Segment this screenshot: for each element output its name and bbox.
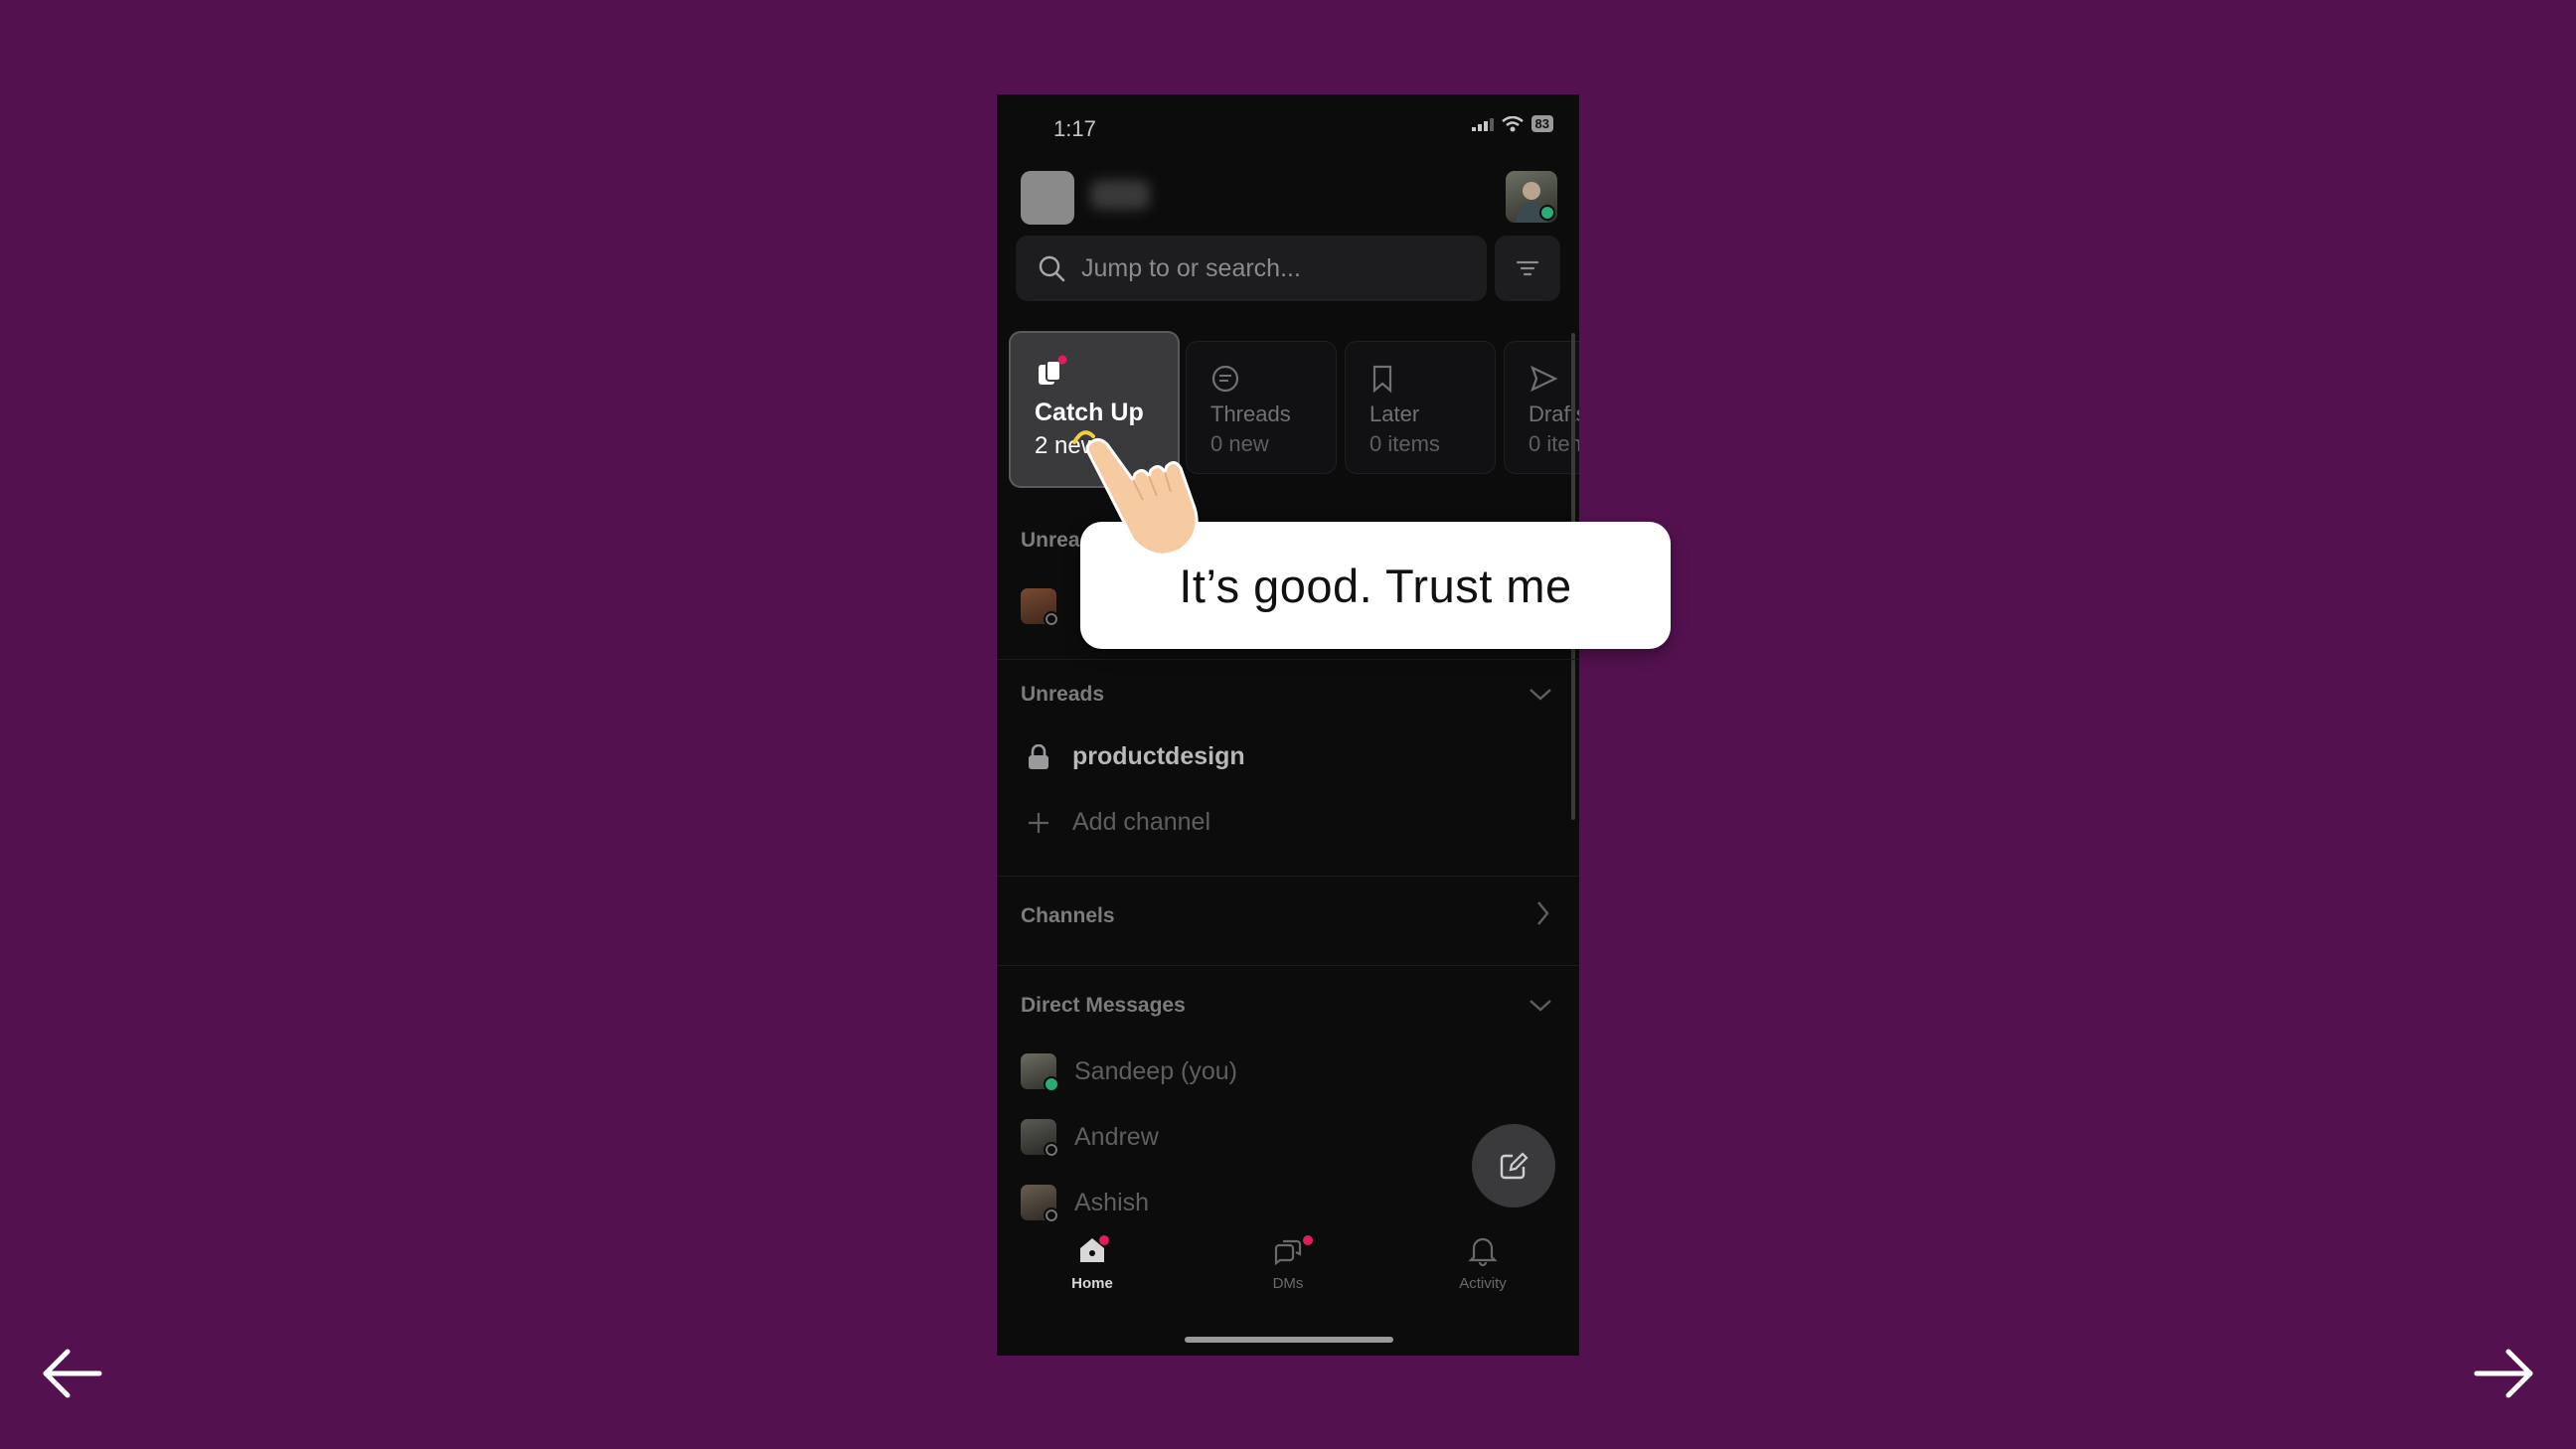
drafts-card[interactable]: Drafts 0 items — [1504, 341, 1579, 474]
later-title: Later — [1369, 402, 1420, 426]
avatar — [1021, 1119, 1059, 1158]
bookmark-icon — [1372, 365, 1392, 394]
avatar — [1021, 588, 1059, 627]
next-arrow-icon[interactable] — [2469, 1344, 2538, 1403]
search-placeholder: Jump to or search... — [1081, 253, 1301, 282]
filter-icon — [1516, 260, 1539, 276]
dm-name: Sandeep (you) — [1074, 1056, 1238, 1085]
compose-icon — [1500, 1152, 1529, 1180]
send-icon — [1530, 365, 1558, 393]
status-time: 1:17 — [1053, 116, 1096, 141]
chevron-down-icon[interactable] — [1528, 685, 1553, 703]
threads-title: Threads — [1210, 402, 1291, 426]
status-icons: 83 — [1471, 115, 1553, 132]
channels-header[interactable]: Channels — [1021, 904, 1115, 928]
search-bar[interactable]: Jump to or search... — [1016, 236, 1487, 301]
chevron-down-icon[interactable] — [1528, 996, 1553, 1014]
catch-up-icon — [1039, 355, 1067, 385]
channel-row-productdesign[interactable]: productdesign — [1021, 742, 1245, 771]
status-indicator — [1044, 1208, 1059, 1223]
filter-button[interactable] — [1495, 236, 1560, 301]
dm-row-ashish[interactable]: Ashish — [1021, 1185, 1150, 1223]
wifi-icon — [1501, 115, 1524, 131]
online-indicator — [1539, 205, 1555, 221]
notification-badge — [1303, 1235, 1313, 1245]
search-icon — [1039, 255, 1065, 282]
profile-avatar[interactable] — [1506, 171, 1557, 223]
tab-dms-label: DMs — [1272, 1275, 1304, 1292]
add-channel-row[interactable]: Add channel — [1021, 808, 1210, 837]
phone-screen: 1:17 83 Jump to or search... Catch Up 2 … — [997, 94, 1579, 1356]
chevron-right-icon[interactable] — [1533, 899, 1551, 927]
unread-dm-row[interactable] — [1021, 588, 1074, 627]
tab-home[interactable]: Home — [1033, 1227, 1152, 1292]
channel-name: productdesign — [1072, 742, 1245, 770]
divider — [997, 876, 1579, 877]
dm-name: Andrew — [1074, 1122, 1159, 1151]
status-indicator — [1044, 611, 1059, 627]
later-card[interactable]: Later 0 items — [1345, 341, 1496, 474]
workspace-name-blurred[interactable] — [1090, 180, 1150, 210]
battery-indicator: 83 — [1530, 115, 1553, 132]
divider — [997, 965, 1579, 966]
status-indicator — [1044, 1142, 1059, 1158]
online-indicator — [1044, 1076, 1059, 1092]
signal-icon — [1471, 117, 1494, 131]
avatar — [1021, 1185, 1059, 1223]
avatar — [1021, 1053, 1059, 1092]
dm-row-andrew[interactable]: Andrew — [1021, 1119, 1159, 1158]
tab-dms[interactable]: DMs — [1228, 1227, 1348, 1292]
tab-activity-label: Activity — [1459, 1275, 1507, 1292]
workspace-logo[interactable] — [1021, 171, 1074, 225]
notification-badge — [1099, 1235, 1109, 1245]
dms-icon — [1274, 1239, 1302, 1266]
home-indicator — [1185, 1337, 1393, 1343]
direct-messages-header[interactable]: Direct Messages — [1021, 994, 1186, 1018]
divider — [997, 659, 1579, 660]
dm-row-sandeep[interactable]: Sandeep (you) — [1021, 1053, 1238, 1092]
threads-icon — [1211, 365, 1239, 393]
tab-home-label: Home — [1071, 1275, 1113, 1292]
tab-activity[interactable]: Activity — [1423, 1227, 1542, 1292]
dm-name: Ashish — [1074, 1188, 1150, 1216]
bell-icon — [1468, 1237, 1498, 1267]
pointing-hand-icon — [1072, 430, 1199, 557]
previous-arrow-icon[interactable] — [38, 1344, 107, 1403]
unreads-header[interactable]: Unreads — [1021, 683, 1104, 707]
add-channel-label: Add channel — [1072, 808, 1211, 836]
lock-icon — [1029, 743, 1048, 769]
later-count: 0 items — [1369, 431, 1440, 456]
plus-icon — [1029, 812, 1048, 833]
compose-button[interactable] — [1472, 1124, 1555, 1208]
